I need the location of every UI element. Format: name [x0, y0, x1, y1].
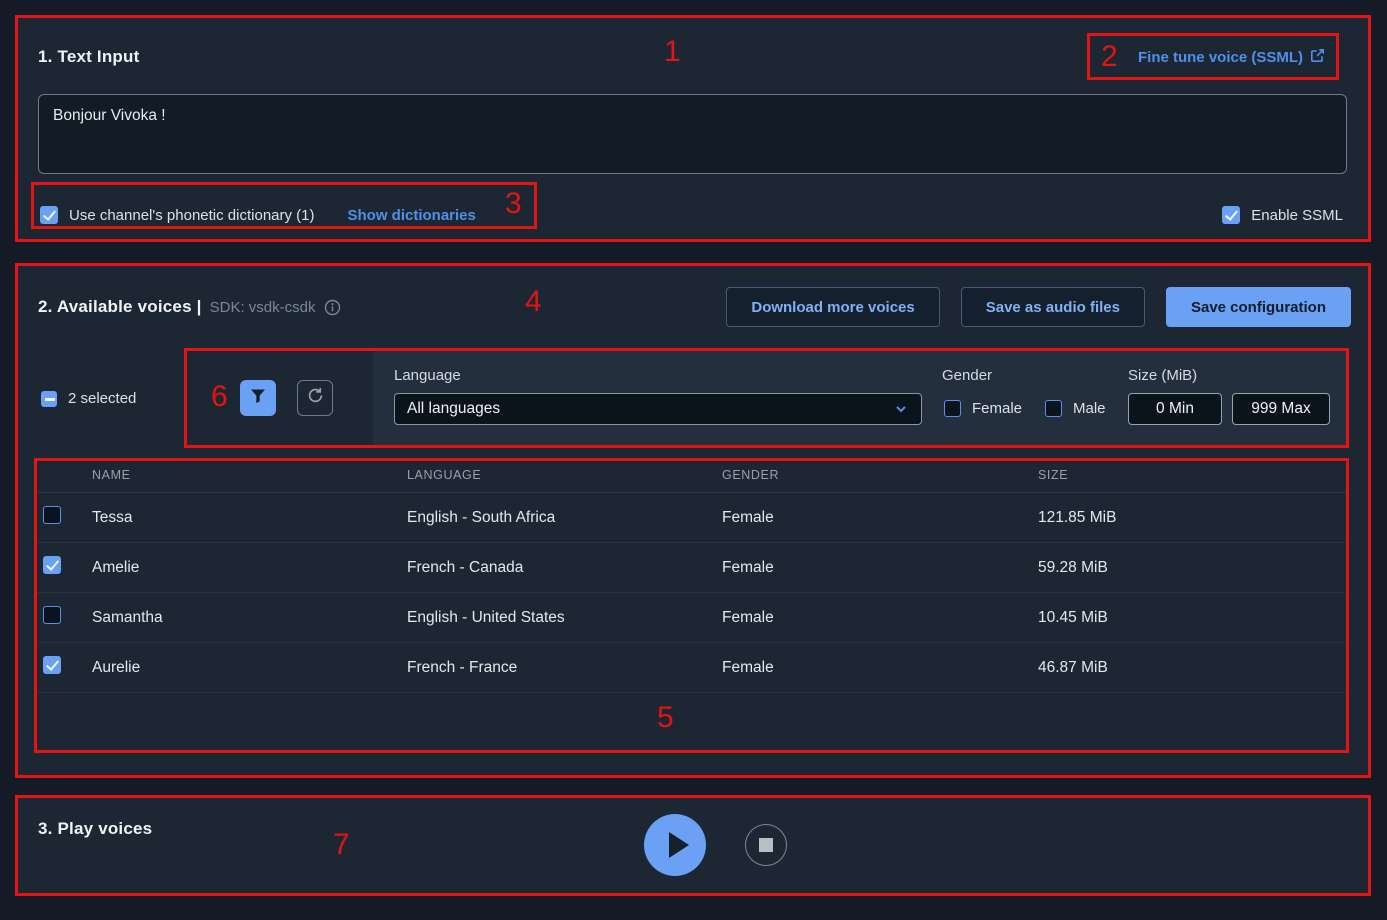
col-header-language: LANGUAGE	[407, 468, 722, 482]
voice-table-body: Tessa English - South Africa Female 121.…	[34, 493, 1349, 693]
use-dictionary-checkbox[interactable]	[40, 206, 58, 224]
refresh-icon	[306, 386, 325, 410]
voice-size: 121.85 MiB	[1038, 509, 1349, 527]
section1-title: 1. Text Input	[38, 47, 139, 67]
language-select-value: All languages	[407, 400, 500, 418]
size-max-input[interactable]: 999 Max	[1232, 393, 1330, 425]
table-row[interactable]: Tessa English - South Africa Female 121.…	[34, 493, 1349, 543]
voice-language: French - Canada	[407, 559, 722, 577]
section3-title: 3. Play voices	[38, 819, 152, 839]
row-checkbox[interactable]	[43, 606, 61, 624]
voice-name: Aurelie	[92, 659, 407, 677]
selected-count-label: 2 selected	[68, 390, 136, 407]
row-checkbox[interactable]	[43, 656, 61, 674]
use-dictionary-label: Use channel's phonetic dictionary (1)	[69, 207, 315, 224]
save-as-audio-files-button[interactable]: Save as audio files	[961, 287, 1145, 327]
text-input-section: 1. Text Input Fine tune voice (SSML) Bon…	[17, 17, 1369, 240]
stop-button[interactable]	[745, 824, 787, 866]
voice-size: 10.45 MiB	[1038, 609, 1349, 627]
gender-label: Gender	[942, 367, 992, 384]
voice-name: Tessa	[92, 509, 407, 527]
voice-gender: Female	[722, 559, 1038, 577]
row-checkbox[interactable]	[43, 506, 61, 524]
voice-size: 59.28 MiB	[1038, 559, 1349, 577]
refresh-button[interactable]	[297, 380, 333, 416]
section2-title: 2. Available voices |	[38, 297, 202, 317]
table-header-row: NAME LANGUAGE GENDER SIZE	[34, 458, 1349, 493]
tts-text-input[interactable]: Bonjour Vivoka !	[38, 94, 1347, 174]
voice-language: French - France	[407, 659, 722, 677]
funnel-icon	[249, 387, 267, 410]
voice-name: Samantha	[92, 609, 407, 627]
voice-gender: Female	[722, 659, 1038, 677]
filter-bar: Language All languages Gender Female	[184, 348, 1349, 448]
sdk-label: SDK: vsdk-csdk	[210, 299, 316, 316]
voices-table: NAME LANGUAGE GENDER SIZE Tessa English …	[34, 458, 1349, 753]
show-dictionaries-link[interactable]: Show dictionaries	[348, 207, 476, 224]
external-link-icon	[1310, 48, 1325, 67]
fine-tune-ssml-link[interactable]: Fine tune voice (SSML)	[1138, 48, 1325, 67]
info-icon[interactable]	[324, 299, 341, 316]
col-header-size: SIZE	[1038, 468, 1349, 482]
row-checkbox[interactable]	[43, 556, 61, 574]
voice-language: English - South Africa	[407, 509, 722, 527]
size-min-input[interactable]: 0 Min	[1128, 393, 1222, 425]
voice-gender: Female	[722, 609, 1038, 627]
col-header-gender: GENDER	[722, 468, 1038, 482]
available-voices-section: 2. Available voices | SDK: vsdk-csdk Dow…	[17, 265, 1369, 776]
voice-size: 46.87 MiB	[1038, 659, 1349, 677]
table-row[interactable]: Aurelie French - France Female 46.87 MiB	[34, 643, 1349, 693]
select-all-checkbox[interactable]	[41, 391, 57, 407]
language-label: Language	[394, 367, 461, 384]
voice-language: English - United States	[407, 609, 722, 627]
col-header-name: NAME	[92, 468, 407, 482]
enable-ssml-label: Enable SSML	[1251, 207, 1343, 224]
download-more-voices-button[interactable]: Download more voices	[726, 287, 939, 327]
chevron-down-icon	[893, 401, 909, 417]
play-voices-section: 3. Play voices	[17, 797, 1369, 894]
voice-gender: Female	[722, 509, 1038, 527]
language-select[interactable]: All languages	[394, 393, 922, 425]
table-row[interactable]: Amelie French - Canada Female 59.28 MiB	[34, 543, 1349, 593]
female-checkbox[interactable]	[944, 400, 961, 417]
fine-tune-ssml-label: Fine tune voice (SSML)	[1138, 49, 1303, 66]
female-label: Female	[972, 400, 1022, 417]
male-checkbox[interactable]	[1045, 400, 1062, 417]
enable-ssml-checkbox[interactable]	[1222, 206, 1240, 224]
voice-name: Amelie	[92, 559, 407, 577]
tts-voice-console: 1. Text Input Fine tune voice (SSML) Bon…	[0, 0, 1387, 920]
play-button[interactable]	[644, 814, 706, 876]
male-label: Male	[1073, 400, 1106, 417]
size-label: Size (MiB)	[1128, 367, 1197, 384]
filter-button[interactable]	[240, 380, 276, 416]
table-row[interactable]: Samantha English - United States Female …	[34, 593, 1349, 643]
save-configuration-button[interactable]: Save configuration	[1166, 287, 1351, 327]
filter-form: Language All languages Gender Female	[373, 348, 1349, 448]
